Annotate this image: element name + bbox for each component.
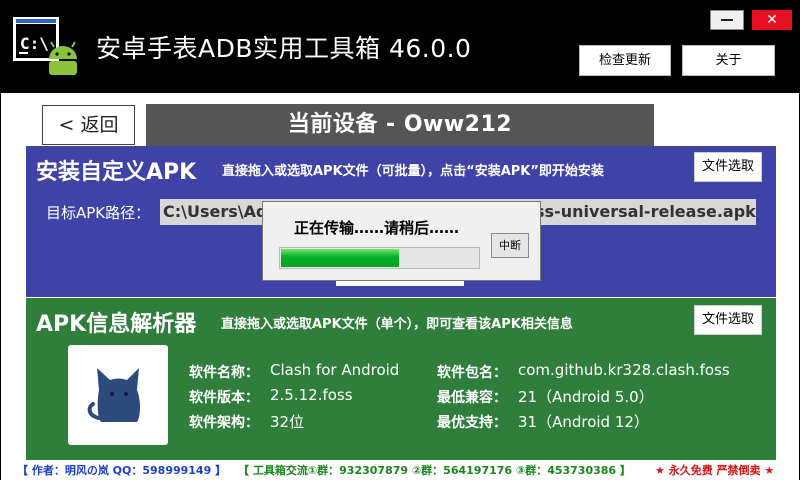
progress-bar — [279, 247, 480, 269]
footer-bar: 【 作者：明风の岚 QQ：598999149 】 【 工具箱交流①群：93230… — [1, 461, 799, 480]
footer-groups: 【 工具箱交流①群：932307879 ②群：564197176 ③群：4537… — [238, 464, 631, 477]
footer-author: 【 作者：明风の岚 QQ：598999149 】 — [17, 464, 227, 477]
software-arch-label: 软件架构： — [189, 415, 259, 431]
progress-message: 正在传输……请稍后…… — [294, 219, 460, 237]
about-button[interactable]: 关于 — [682, 45, 775, 76]
transfer-progress-dialog: 正在传输……请稍后…… 中断 — [262, 201, 541, 281]
back-button[interactable]: < 返回 — [42, 105, 135, 145]
footer-free-notice: ★ 永久免费 严禁倒卖 ★ — [655, 464, 775, 477]
software-version-value: 2.5.12.foss — [270, 386, 353, 404]
minimize-button[interactable] — [710, 10, 744, 30]
title-bar: C:\ 安卓手表ADB实用工具箱 46.0.0 ✕ 检查更新 关于 — [1, 1, 799, 93]
apk-icon — [68, 345, 168, 445]
target-path-value: C:\Users\Ad — [163, 202, 268, 221]
target-sdk-label: 最优支持： — [437, 415, 507, 431]
current-device-label: 当前设备 - Oww212 — [146, 104, 654, 146]
install-panel-title: 安装自定义APK — [36, 160, 197, 185]
package-name-label: 软件包名： — [437, 365, 507, 381]
install-panel-description: 直接拖入或选取APK文件（可批量），点击“安装APK”即开始安装 — [222, 164, 604, 179]
app-window: C:\ 安卓手表ADB实用工具箱 46.0.0 ✕ 检查更新 关于 < 返回 当… — [0, 0, 800, 480]
target-sdk-value: 31（Android 12） — [518, 413, 649, 431]
software-version-label: 软件版本： — [189, 390, 259, 406]
apk-panel-title: APK信息解析器 — [36, 312, 197, 337]
software-name-label: 软件名称： — [189, 365, 259, 381]
cat-icon — [87, 368, 140, 422]
software-name-value: Clash for Android — [270, 361, 400, 379]
target-path-label: 目标APK路径： — [46, 204, 151, 222]
app-title: 安卓手表ADB实用工具箱 46.0.0 — [96, 34, 472, 63]
min-sdk-label: 最低兼容： — [437, 390, 507, 406]
install-file-select-button[interactable]: 文件选取 — [694, 152, 762, 182]
apk-file-select-button[interactable]: 文件选取 — [694, 305, 762, 335]
close-button[interactable]: ✕ — [752, 10, 792, 30]
package-name-value: com.github.kr328.clash.foss — [518, 361, 730, 379]
apk-info-panel: APK信息解析器 直接拖入或选取APK文件（单个），即可查看该APK相关信息 文… — [26, 298, 776, 460]
min-sdk-value: 21（Android 5.0） — [518, 388, 654, 406]
apk-panel-description: 直接拖入或选取APK文件（单个），即可查看该APK相关信息 — [221, 317, 573, 332]
abort-button[interactable]: 中断 — [491, 233, 529, 258]
svg-text:C:\: C:\ — [20, 34, 49, 53]
app-logo-icon: C:\ — [13, 17, 77, 75]
target-path-tail: ss-universal-release.apk — [535, 202, 756, 221]
software-arch-value: 32位 — [270, 413, 305, 431]
progress-bar-fill — [281, 249, 399, 267]
check-update-button[interactable]: 检查更新 — [579, 45, 671, 76]
